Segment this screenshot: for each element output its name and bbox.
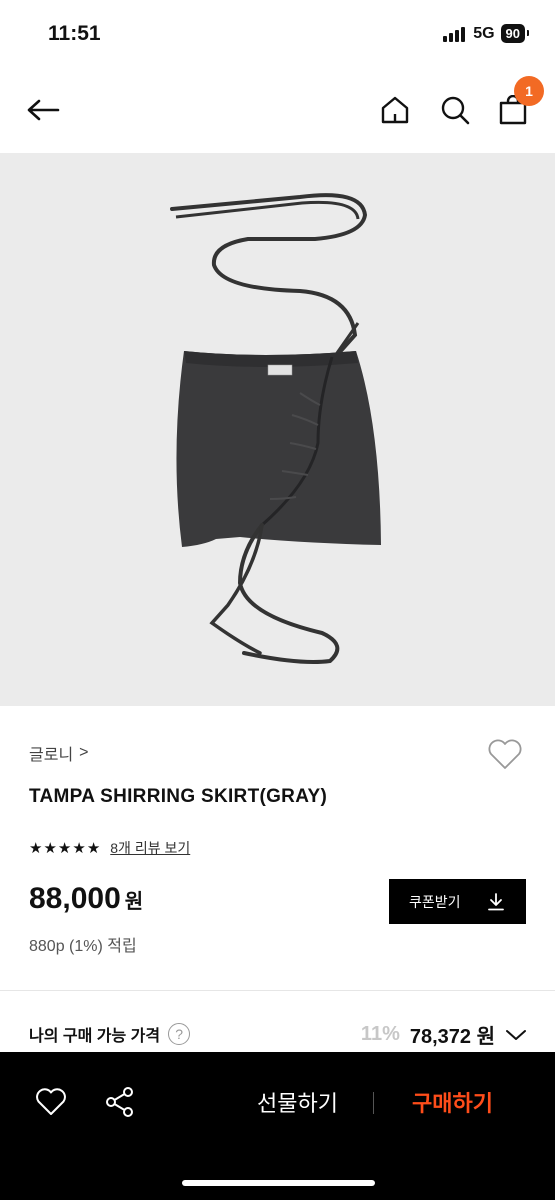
top-nav: 1 [0, 72, 555, 148]
brand-link[interactable]: 글로니 > [29, 741, 89, 765]
cart-button[interactable]: 1 [488, 72, 544, 148]
star-icon: ★ [86, 839, 101, 857]
buy-button[interactable]: 구매하기 [385, 1082, 520, 1122]
home-indicator [182, 1180, 375, 1186]
status-time: 11:51 [48, 22, 101, 45]
review-link[interactable]: 8개 리뷰 보기 [110, 838, 190, 858]
chevron-down-icon [506, 1029, 526, 1040]
discount-rate: 11% [360, 1023, 400, 1045]
reward-points: 880p (1%) 적립 [29, 938, 137, 955]
my-price-toggle[interactable]: 11% 78,372 원 [361, 1020, 527, 1049]
coupon-button[interactable]: 쿠폰받기 [389, 879, 526, 924]
star-icon: ★ [29, 839, 43, 857]
price-row: 88,000 원 [29, 882, 143, 916]
product-image[interactable] [0, 153, 555, 706]
star-icon: ★ [57, 839, 72, 857]
rating-row: ★ ★ ★ ★ ★ 8개 리뷰 보기 [29, 838, 190, 858]
download-icon [488, 892, 504, 910]
my-price-unit: 원 [476, 1026, 495, 1048]
like-button[interactable] [29, 1080, 73, 1124]
share-icon [106, 1087, 133, 1117]
my-price-label-text: 나의 구매 가능 가격 [29, 1028, 161, 1045]
price: 88,000 [29, 882, 121, 915]
bottom-action-bar: 선물하기 구매하기 [0, 1052, 555, 1200]
status-indicators: 5G 90 [443, 24, 530, 43]
coupon-label: 쿠폰받기 [409, 893, 461, 910]
heart-outline-icon [488, 739, 522, 769]
search-button[interactable] [430, 72, 480, 148]
gift-button[interactable]: 선물하기 [230, 1082, 365, 1122]
signal-icon [443, 26, 466, 42]
star-icon: ★ [43, 839, 57, 857]
battery-icon: 90 [500, 24, 530, 43]
my-price-value: 78,372 원 [410, 1020, 495, 1049]
cart-count-badge: 1 [514, 76, 544, 106]
back-button[interactable] [18, 72, 68, 148]
price-unit: 원 [124, 891, 144, 913]
my-price-label: 나의 구매 가능 가격 ? [29, 1022, 191, 1046]
help-icon[interactable]: ? [168, 1023, 191, 1045]
bottom-bar-separator [373, 1092, 374, 1114]
heart-icon [36, 1088, 66, 1115]
my-price-amount: 78,372 [409, 1026, 472, 1048]
star-rating: ★ ★ ★ ★ ★ [29, 841, 100, 856]
divider [0, 990, 555, 991]
back-arrow-icon [27, 99, 60, 121]
brand-name: 글로니 [29, 747, 74, 764]
home-icon [381, 96, 409, 124]
chevron-right-icon: > [79, 744, 89, 761]
skirt-illustration [170, 193, 381, 664]
search-icon [441, 96, 470, 125]
network-type: 5G [473, 24, 495, 42]
star-icon: ★ [72, 839, 86, 857]
home-button[interactable] [370, 72, 420, 148]
status-bar: 11:51 5G 90 [0, 0, 555, 70]
share-button[interactable] [98, 1080, 142, 1124]
product-title: TAMPA SHIRRING SKIRT(GRAY) [29, 786, 328, 807]
wishlist-button[interactable] [484, 733, 526, 775]
